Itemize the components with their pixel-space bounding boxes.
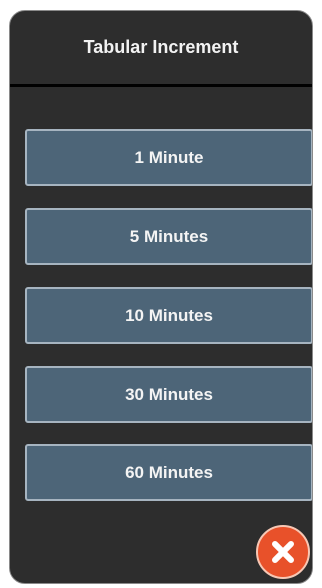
option-1-minute-button[interactable]: 1 Minute: [25, 129, 312, 186]
close-button[interactable]: [256, 525, 310, 579]
option-30-minutes-button[interactable]: 30 Minutes: [25, 366, 312, 423]
dialog-title: Tabular Increment: [83, 37, 239, 57]
option-5-minutes-button[interactable]: 5 Minutes: [25, 208, 312, 265]
close-icon: [272, 541, 294, 563]
option-60-minutes-button[interactable]: 60 Minutes: [25, 444, 312, 501]
option-10-minutes-button[interactable]: 10 Minutes: [25, 287, 312, 344]
title-divider: [10, 84, 312, 87]
tabular-increment-dialog: Tabular Increment 1 Minute 5 Minutes 10 …: [9, 10, 313, 584]
